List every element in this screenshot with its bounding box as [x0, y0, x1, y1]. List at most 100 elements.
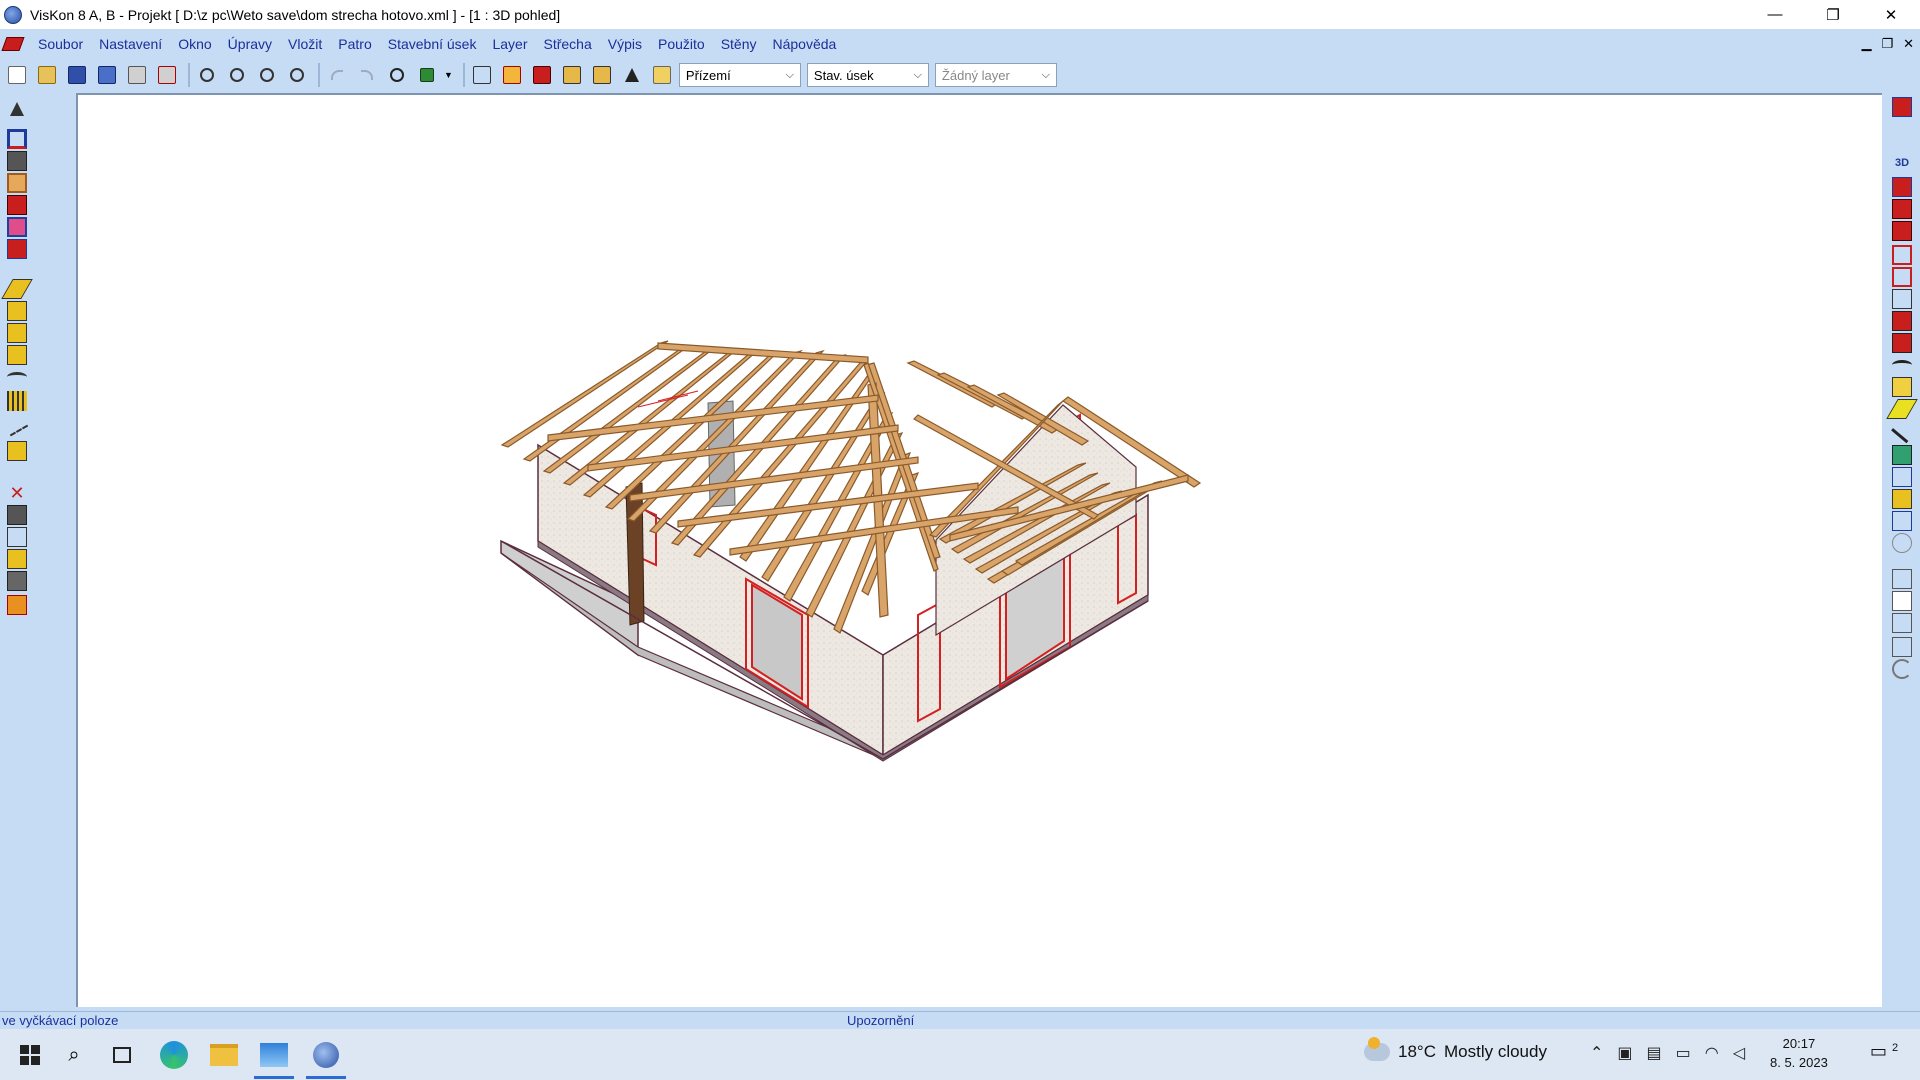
slab-tool-button[interactable] — [5, 149, 29, 173]
dashed-line-tool-button[interactable] — [5, 415, 29, 439]
move-button[interactable] — [384, 62, 410, 88]
zoom-fit-button[interactable] — [254, 62, 280, 88]
app-icon[interactable] — [4, 5, 22, 24]
layer-select[interactable]: Žádný layer ⌵ — [934, 63, 1057, 87]
page-down-button[interactable] — [1890, 611, 1914, 635]
zoom-out-button[interactable] — [224, 62, 250, 88]
column-tool-button[interactable] — [5, 343, 29, 367]
file-explorer-button[interactable] — [204, 1035, 244, 1075]
floor-select[interactable]: Přízemí ⌵ — [678, 63, 801, 87]
list-button[interactable] — [1890, 567, 1914, 591]
line-tool-button[interactable] — [1, 277, 33, 301]
floor-tool-button[interactable] — [5, 193, 29, 217]
wall-button[interactable] — [529, 62, 555, 88]
mirror-tool-button[interactable] — [5, 593, 29, 617]
window-tool-button[interactable] — [5, 171, 29, 195]
undo-button[interactable] — [324, 62, 350, 88]
meet-icon[interactable]: ▣ — [1617, 1043, 1632, 1063]
number-tool-button[interactable] — [5, 547, 29, 571]
pointer-button[interactable] — [5, 97, 29, 121]
menu-napoveda[interactable]: Nápověda — [765, 29, 845, 59]
notification-button[interactable]: ▭ 2 — [1870, 1041, 1898, 1062]
house-view-button[interactable] — [1890, 95, 1914, 119]
section-view-button[interactable] — [1890, 309, 1914, 333]
line-button[interactable] — [1890, 421, 1914, 445]
menu-nastaveni[interactable]: Nastavení — [91, 29, 170, 59]
menu-steny[interactable]: Stěny — [713, 29, 765, 59]
wifi-icon[interactable]: ◠ — [1705, 1043, 1719, 1063]
roof-tool-button[interactable] — [5, 237, 29, 261]
view-c-button[interactable] — [1890, 243, 1914, 267]
print-pdf-button[interactable] — [154, 62, 180, 88]
stair-tool-button[interactable] — [5, 299, 29, 323]
mdi-restore-button[interactable]: ❐ — [1881, 29, 1893, 59]
zoom-window-button[interactable] — [284, 62, 310, 88]
section-select[interactable]: Stav. úsek ⌵ — [806, 63, 929, 87]
menu-patro[interactable]: Patro — [330, 29, 379, 59]
roof-edit-button[interactable] — [1890, 353, 1914, 377]
3d-button[interactable]: 3D — [1890, 151, 1914, 175]
refresh-button[interactable] — [1890, 657, 1914, 681]
cut-tool-button[interactable] — [5, 569, 29, 593]
open-folder-button[interactable] — [1890, 487, 1914, 511]
display-icon[interactable]: ▤ — [1647, 1043, 1662, 1063]
view-a-button[interactable] — [1890, 197, 1914, 221]
3d-viewport[interactable] — [76, 93, 1882, 1007]
close-button[interactable]: ✕ — [1862, 0, 1920, 29]
snap-button[interactable] — [499, 62, 525, 88]
dimension-button[interactable] — [469, 62, 495, 88]
start-button[interactable] — [10, 1035, 50, 1075]
floor-button[interactable] — [649, 62, 675, 88]
redo-button[interactable] — [354, 62, 380, 88]
save-button[interactable] — [64, 62, 90, 88]
chevron-up-icon[interactable]: ⌃ — [1590, 1043, 1603, 1063]
speaker-icon[interactable]: ◁ — [1733, 1043, 1745, 1063]
menu-layer[interactable]: Layer — [484, 29, 535, 59]
edge-button[interactable] — [154, 1035, 194, 1075]
truss-button[interactable] — [1890, 331, 1914, 355]
save-all-button[interactable] — [94, 62, 120, 88]
tree-button[interactable] — [1890, 509, 1914, 533]
box-button[interactable] — [1890, 443, 1914, 467]
view-b-button[interactable] — [1890, 219, 1914, 243]
print-button[interactable] — [124, 62, 150, 88]
menu-vlozit[interactable]: Vložit — [280, 29, 330, 59]
menu-vypis[interactable]: Výpis — [600, 29, 650, 59]
viskon-taskbar-button[interactable] — [306, 1035, 346, 1079]
copy-button[interactable] — [1890, 465, 1914, 489]
3d-view-button[interactable] — [414, 62, 440, 88]
menu-stavebni-usek[interactable]: Stavební úsek — [380, 29, 485, 59]
mdi-close-button[interactable]: ✕ — [1903, 29, 1914, 59]
wall-tool-button[interactable] — [5, 127, 29, 151]
rafter-tool-button[interactable] — [5, 389, 29, 413]
weather-widget[interactable]: 18°C Mostly cloudy — [1364, 1037, 1547, 1062]
object-tool-button[interactable] — [5, 439, 29, 463]
minimize-button[interactable]: — — [1746, 0, 1804, 29]
zoom-in-button[interactable] — [194, 62, 220, 88]
chevron-down-icon[interactable]: ▼ — [444, 70, 453, 80]
page-button[interactable] — [1890, 589, 1914, 613]
open-button[interactable] — [34, 62, 60, 88]
photos-button[interactable] — [254, 1035, 294, 1079]
search-button[interactable]: ⌕ — [54, 1035, 94, 1075]
room-tool-button[interactable] — [5, 215, 29, 239]
resize-button[interactable] — [1890, 635, 1914, 659]
new-file-button[interactable] — [4, 62, 30, 88]
menu-pouzito[interactable]: Použito — [650, 29, 713, 59]
status-warning[interactable]: Upozornění — [847, 1013, 914, 1028]
panel-button[interactable] — [1890, 375, 1914, 399]
menu-soubor[interactable]: Soubor — [30, 29, 91, 59]
document-icon[interactable] — [2, 33, 24, 55]
layer-button[interactable] — [559, 62, 585, 88]
battery-icon[interactable]: ▭ — [1676, 1043, 1691, 1063]
edit-tool-button[interactable] — [5, 503, 29, 527]
2d-button[interactable] — [1890, 531, 1914, 555]
menu-strecha[interactable]: Střecha — [536, 29, 600, 59]
restore-button[interactable]: ❐ — [1804, 0, 1862, 29]
plan-button[interactable] — [1890, 175, 1914, 199]
mdi-minimize-button[interactable]: ▁ — [1861, 29, 1871, 59]
menu-upravy[interactable]: Úpravy — [220, 29, 280, 59]
arc-tool-button[interactable] — [5, 365, 29, 389]
draw-button[interactable] — [1886, 397, 1918, 421]
task-view-button[interactable] — [102, 1035, 142, 1075]
